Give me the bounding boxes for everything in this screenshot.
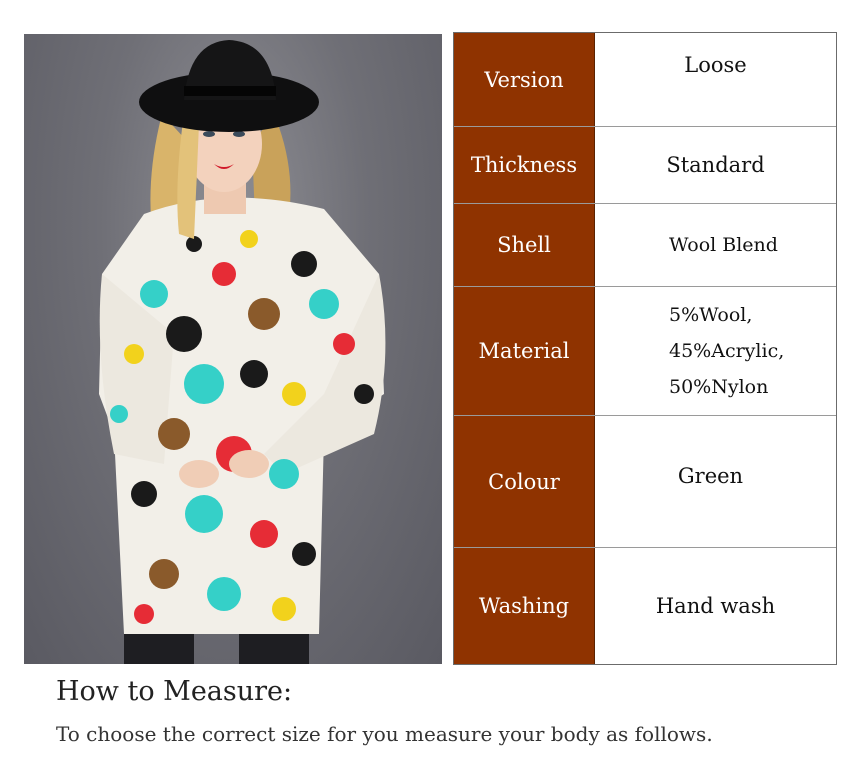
spec-row-washing: Washing Hand wash	[454, 548, 836, 664]
material-line: 5%Wool,	[669, 304, 753, 326]
spec-value: Hand wash	[655, 594, 776, 618]
material-line: 45%Acrylic,	[669, 340, 785, 362]
spec-label: Thickness	[454, 127, 595, 203]
spec-row-thickness: Thickness Standard	[454, 127, 836, 204]
spec-label: Colour	[454, 416, 595, 547]
spec-value: Wool Blend	[669, 234, 778, 256]
spec-value: Green	[677, 463, 744, 488]
spec-row-colour: Colour Green	[454, 416, 836, 548]
spec-value: Standard	[666, 153, 765, 177]
spec-row-material: Material 5%Wool, 45%Acrylic, 50%Nylon	[454, 287, 836, 416]
product-photo	[24, 34, 442, 664]
spec-label: Material	[454, 287, 595, 415]
measure-title: How to Measure:	[56, 676, 293, 707]
spec-label: Shell	[454, 204, 595, 286]
spec-value: Loose	[684, 52, 747, 77]
spec-label: Version	[454, 33, 595, 126]
spec-table: Version Loose Thickness Standard Shell W…	[453, 32, 837, 665]
material-line: 50%Nylon	[669, 376, 769, 398]
spec-row-shell: Shell Wool Blend	[454, 204, 836, 287]
spec-row-version: Version Loose	[454, 33, 836, 127]
spec-label: Washing	[454, 548, 595, 664]
spec-value: 5%Wool, 45%Acrylic, 50%Nylon	[595, 287, 836, 415]
measure-subtitle: To choose the correct size for you measu…	[56, 722, 713, 746]
